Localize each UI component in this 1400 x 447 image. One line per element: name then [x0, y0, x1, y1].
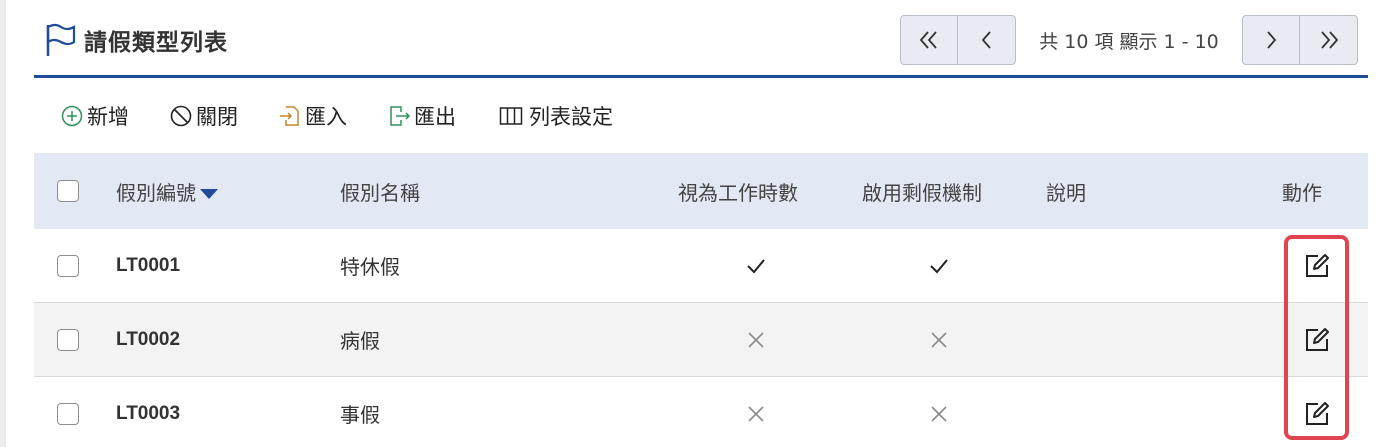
- select-all-checkbox[interactable]: [57, 180, 79, 202]
- row-code: LT0001: [116, 254, 181, 276]
- file-import-icon: [280, 106, 299, 126]
- last-page-button[interactable]: [1300, 15, 1358, 65]
- double-chevron-left-icon: [919, 31, 937, 49]
- leave-type-table: 假別編號 假別名稱 視為工作時數 啟用剩假機制 說明 動作 LT0001 特休假…: [34, 153, 1368, 447]
- column-header-description: 說明: [1046, 180, 1086, 205]
- column-header-work-hours: 視為工作時數: [678, 180, 798, 205]
- flag-icon: [46, 23, 76, 56]
- columns-icon: [499, 107, 523, 125]
- chevron-right-icon: [1267, 31, 1277, 49]
- row-checkbox[interactable]: [57, 328, 79, 351]
- page-header: 請假類型列表 共 10 項 顯示 1 - 10: [34, 0, 1368, 78]
- row-code: LT0002: [116, 328, 181, 350]
- table-header: 假別編號 假別名稱 視為工作時數 啟用剩假機制 說明 動作: [34, 153, 1368, 229]
- chevron-left-icon: [981, 31, 991, 49]
- prev-page-button[interactable]: [958, 15, 1016, 65]
- sort-desc-icon: [200, 189, 218, 199]
- close-label: 關閉: [196, 105, 238, 129]
- row-checkbox[interactable]: [57, 254, 79, 277]
- row-name: 特休假: [340, 255, 400, 279]
- next-page-button[interactable]: [1242, 15, 1300, 65]
- edit-icon[interactable]: [1302, 251, 1332, 281]
- cross-icon: [748, 331, 764, 348]
- export-button[interactable]: 匯出: [387, 101, 456, 131]
- table-row: LT0001 特休假: [34, 229, 1368, 303]
- close-button[interactable]: 關閉: [169, 101, 238, 131]
- cross-icon: [748, 405, 764, 422]
- column-header-code[interactable]: 假別編號: [116, 177, 218, 206]
- first-page-button[interactable]: [900, 15, 958, 65]
- row-name: 病假: [340, 329, 380, 353]
- plus-circle-icon: [61, 105, 83, 127]
- export-label: 匯出: [414, 105, 456, 129]
- table-row: LT0002 病假: [34, 303, 1368, 377]
- row-checkbox[interactable]: [57, 402, 79, 425]
- table-row: LT0003 事假: [34, 377, 1368, 447]
- list-settings-button[interactable]: 列表設定: [496, 101, 613, 131]
- pager: 共 10 項 顯示 1 - 10: [900, 15, 1358, 65]
- toolbar: 新增 關閉 匯入 匯出 列表設定: [34, 79, 1368, 153]
- row-name: 事假: [340, 403, 380, 427]
- import-button[interactable]: 匯入: [278, 101, 347, 131]
- add-button[interactable]: 新增: [60, 101, 129, 131]
- cross-icon: [931, 405, 947, 422]
- title-wrap: 請假類型列表: [44, 22, 228, 58]
- left-rail: [0, 0, 6, 447]
- column-header-action: 動作: [1282, 180, 1322, 205]
- row-code: LT0003: [116, 402, 181, 424]
- page-title: 請假類型列表: [84, 30, 228, 56]
- list-settings-label: 列表設定: [529, 105, 613, 129]
- check-icon: [930, 258, 948, 273]
- file-export-icon: [390, 106, 411, 126]
- column-header-code-label: 假別編號: [116, 180, 196, 205]
- edit-icon[interactable]: [1302, 399, 1332, 429]
- double-chevron-right-icon: [1320, 31, 1338, 49]
- column-header-remaining-leave: 啟用剩假機制: [862, 180, 982, 205]
- check-icon: [747, 258, 765, 273]
- import-label: 匯入: [305, 105, 347, 129]
- add-label: 新增: [87, 105, 129, 129]
- ban-icon: [170, 105, 192, 127]
- pager-info: 共 10 項 顯示 1 - 10: [1039, 30, 1219, 53]
- edit-icon[interactable]: [1302, 325, 1332, 355]
- column-header-name: 假別名稱: [340, 180, 420, 205]
- cross-icon: [931, 331, 947, 348]
